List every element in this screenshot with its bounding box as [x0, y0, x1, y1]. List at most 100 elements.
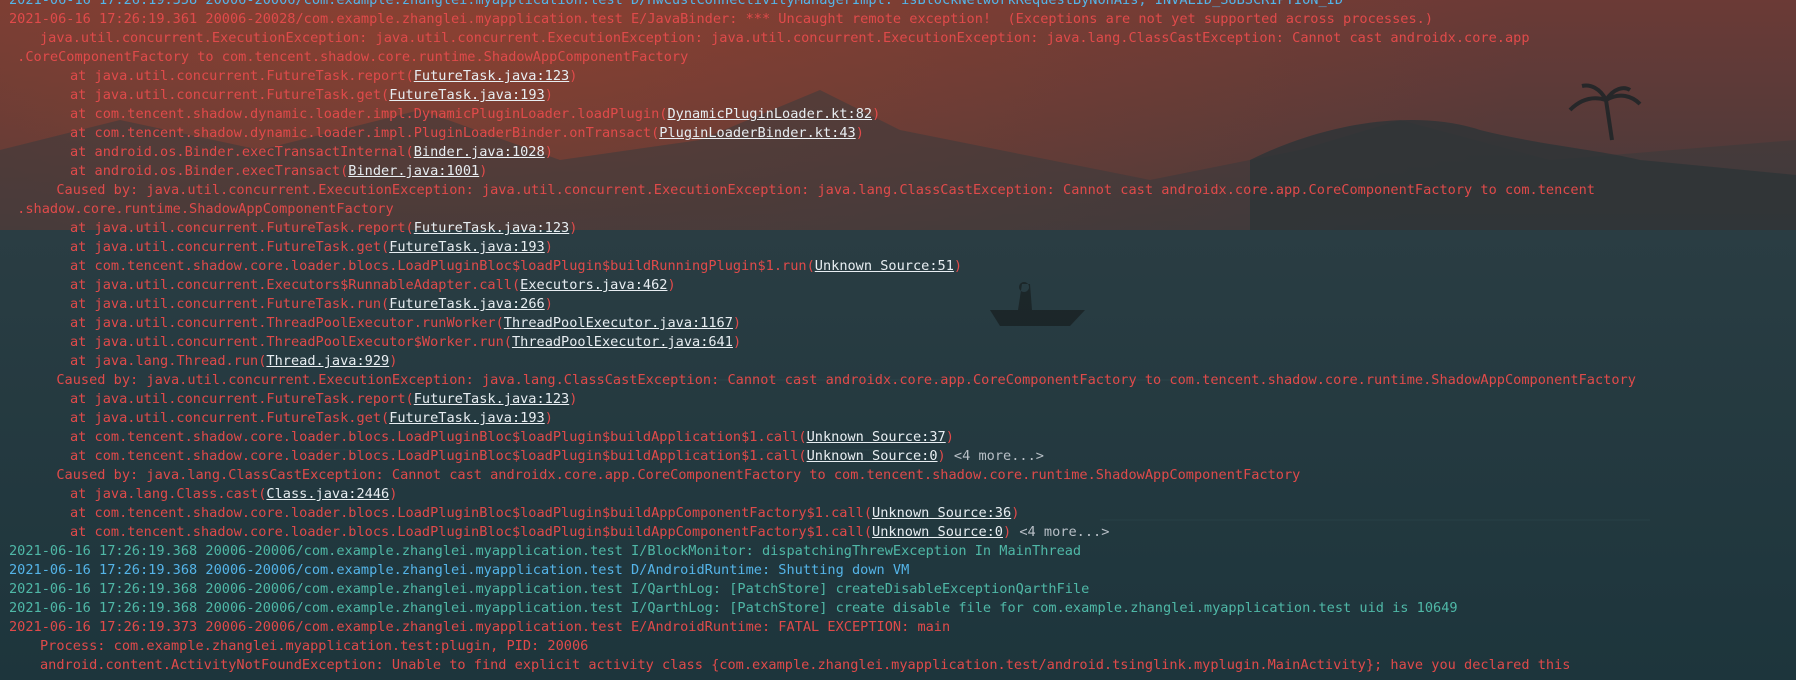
log-text: at com.tencent.shadow.dynamic.loader.imp…: [70, 125, 660, 141]
source-link[interactable]: PluginLoaderBinder.kt:43: [659, 125, 855, 141]
log-text: ): [544, 296, 553, 312]
source-link[interactable]: Unknown Source:37: [807, 429, 946, 445]
log-line: at java.util.concurrent.ThreadPoolExecut…: [70, 333, 741, 352]
log-text: ): [937, 448, 954, 464]
log-text: ): [953, 258, 963, 274]
log-line: at java.util.concurrent.FutureTask.repor…: [70, 67, 577, 86]
log-line: at android.os.Binder.execTransactInterna…: [70, 143, 553, 162]
source-link[interactable]: FutureTask.java:193: [389, 410, 545, 426]
source-link[interactable]: FutureTask.java:193: [389, 87, 545, 103]
log-text: ): [732, 334, 742, 350]
log-line: at com.tencent.shadow.core.loader.blocs.…: [70, 504, 1019, 523]
log-text: ): [479, 163, 488, 179]
log-line: .shadow.core.runtime.ShadowAppComponentF…: [9, 200, 394, 219]
log-line: at android.os.Binder.execTransact(Binder…: [70, 162, 487, 181]
log-text: at java.util.concurrent.ThreadPoolExecut…: [70, 315, 504, 331]
log-text: Caused by: java.util.concurrent.Executio…: [40, 182, 1595, 198]
collapsed-frames-toggle[interactable]: <4 more...>: [1019, 524, 1109, 540]
log-line: Caused by: java.util.concurrent.Executio…: [40, 181, 1595, 200]
log-text: at java.util.concurrent.FutureTask.repor…: [70, 68, 414, 84]
source-link[interactable]: ThreadPoolExecutor.java:1167: [504, 315, 733, 331]
log-line: at com.tencent.shadow.dynamic.loader.imp…: [70, 105, 880, 124]
log-text: at java.util.concurrent.Executors$Runnab…: [70, 277, 521, 293]
log-line: .CoreComponentFactory to com.tencent.sha…: [9, 48, 688, 67]
log-text: 2021-06-16 17:26:19.368 20006-20006/com.…: [9, 543, 1082, 559]
log-line: 2021-06-16 17:26:19.368 20006-20006/com.…: [9, 580, 1089, 599]
log-text: ): [544, 87, 553, 103]
log-line: Caused by: java.util.concurrent.Executio…: [40, 371, 1636, 390]
log-text: at java.util.concurrent.FutureTask.repor…: [70, 220, 414, 236]
log-line: at java.util.concurrent.Executors$Runnab…: [70, 276, 676, 295]
log-text: ): [569, 391, 578, 407]
log-line: 2021-06-16 17:26:19.368 20006-20006/com.…: [9, 542, 1081, 561]
log-text: android.content.ActivityNotFoundExceptio…: [40, 657, 1571, 673]
log-line: at java.util.concurrent.FutureTask.get(F…: [70, 86, 553, 105]
log-text: .shadow.core.runtime.ShadowAppComponentF…: [9, 201, 394, 217]
log-line: Caused by: java.lang.ClassCastException:…: [40, 466, 1300, 485]
log-text: 2021-06-16 17:26:19.368 20006-20006/com.…: [9, 562, 910, 578]
log-line: 2021-06-16 17:26:19.368 20006-20006/com.…: [9, 561, 909, 580]
log-text: at java.util.concurrent.ThreadPoolExecut…: [70, 334, 512, 350]
log-line: at java.lang.Class.cast(Class.java:2446): [70, 485, 397, 504]
log-text: ): [872, 106, 881, 122]
log-line: at java.util.concurrent.FutureTask.run(F…: [70, 295, 553, 314]
log-text: at com.tencent.shadow.dynamic.loader.imp…: [70, 106, 668, 122]
source-link[interactable]: Thread.java:929: [266, 353, 389, 369]
log-text: ): [945, 429, 954, 445]
source-link[interactable]: ThreadPoolExecutor.java:641: [512, 334, 733, 350]
log-line: at java.util.concurrent.ThreadPoolExecut…: [70, 314, 741, 333]
log-text: at com.tencent.shadow.core.loader.blocs.…: [70, 505, 873, 521]
log-text: Caused by: java.lang.ClassCastException:…: [40, 467, 1301, 483]
log-text: Caused by: java.util.concurrent.Executio…: [40, 372, 1636, 388]
log-text: ): [569, 220, 578, 236]
log-text: 2021-06-16 17:26:19.368 20006-20006/com.…: [9, 600, 1458, 616]
log-text: ): [389, 486, 398, 502]
log-line: at com.tencent.shadow.core.loader.blocs.…: [70, 447, 1044, 466]
log-text: ): [667, 277, 676, 293]
log-text: ): [544, 239, 553, 255]
log-text: ): [855, 125, 864, 141]
log-line: at com.tencent.shadow.dynamic.loader.imp…: [70, 124, 864, 143]
source-link[interactable]: FutureTask.java:123: [414, 220, 570, 236]
source-link[interactable]: Executors.java:462: [520, 277, 667, 293]
log-text: at java.lang.Class.cast(: [70, 486, 267, 502]
log-text: ): [732, 315, 742, 331]
log-text: ): [1003, 524, 1020, 540]
source-link[interactable]: Class.java:2446: [266, 486, 389, 502]
log-text: ): [544, 410, 553, 426]
source-link[interactable]: FutureTask.java:193: [389, 239, 545, 255]
log-text: 2021-06-16 17:26:19.361 20006-20028/com.…: [9, 11, 1434, 27]
source-link[interactable]: Unknown Source:36: [872, 505, 1011, 521]
source-link[interactable]: FutureTask.java:266: [389, 296, 545, 312]
log-line: 2021-06-16 17:26:19.358 20006-20006/com.…: [9, 0, 1343, 10]
log-text: at java.util.concurrent.FutureTask.get(: [70, 239, 390, 255]
log-text: at com.tencent.shadow.core.loader.blocs.…: [70, 429, 807, 445]
source-link[interactable]: Unknown Source:51: [815, 258, 954, 274]
log-text: at java.util.concurrent.FutureTask.get(: [70, 410, 390, 426]
source-link[interactable]: FutureTask.java:123: [414, 391, 570, 407]
source-link[interactable]: FutureTask.java:123: [414, 68, 570, 84]
log-text: at com.tencent.shadow.core.loader.blocs.…: [70, 448, 807, 464]
source-link[interactable]: Binder.java:1001: [348, 163, 479, 179]
log-text: ): [544, 144, 553, 160]
source-link[interactable]: Unknown Source:0: [807, 448, 938, 464]
source-link[interactable]: Unknown Source:0: [872, 524, 1003, 540]
log-text: at com.tencent.shadow.core.loader.blocs.…: [70, 258, 815, 274]
log-text: at android.os.Binder.execTransact(: [70, 163, 349, 179]
log-text: 2021-06-16 17:26:19.358 20006-20006/com.…: [9, 0, 1344, 8]
log-text: at java.lang.Thread.run(: [70, 353, 267, 369]
log-line: at java.util.concurrent.FutureTask.get(F…: [70, 238, 553, 257]
source-link[interactable]: DynamicPluginLoader.kt:82: [667, 106, 872, 122]
log-text: ): [389, 353, 398, 369]
log-text: ): [1011, 505, 1020, 521]
source-link[interactable]: Binder.java:1028: [414, 144, 545, 160]
collapsed-frames-toggle[interactable]: <4 more...>: [954, 448, 1044, 464]
logcat-console[interactable]: 2021-06-16 17:26:19.358 20006-20006/com.…: [0, 0, 1796, 680]
log-text: ): [569, 68, 578, 84]
log-text: at java.util.concurrent.FutureTask.repor…: [70, 391, 414, 407]
log-line: 2021-06-16 17:26:19.368 20006-20006/com.…: [9, 599, 1458, 618]
log-text: 2021-06-16 17:26:19.373 20006-20006/com.…: [9, 619, 951, 635]
log-line: at java.util.concurrent.FutureTask.repor…: [70, 390, 577, 409]
log-text: Process: com.example.zhanglei.myapplicat…: [40, 638, 589, 654]
log-line: at java.util.concurrent.FutureTask.get(F…: [70, 409, 553, 428]
